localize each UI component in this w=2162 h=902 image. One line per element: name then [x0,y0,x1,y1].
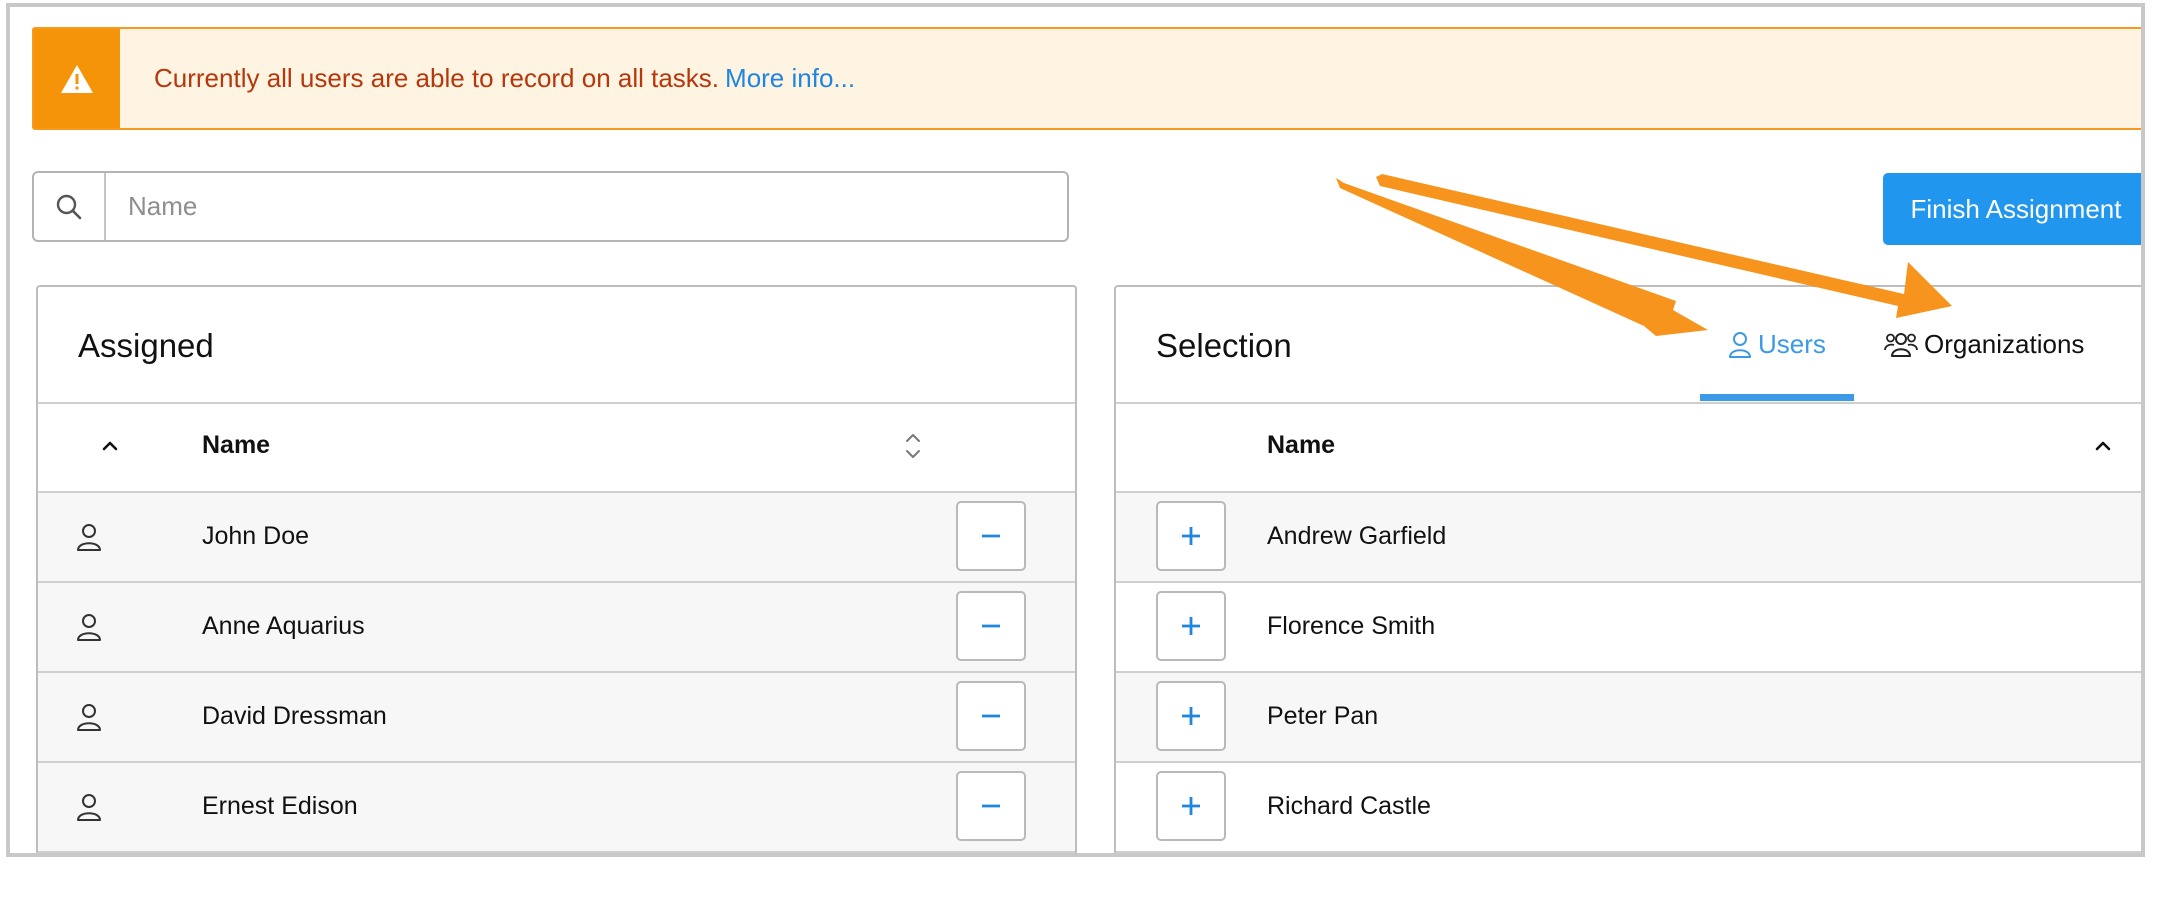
arrow-to-users-tab [1336,178,1708,336]
annotation-arrows [1336,174,1952,336]
arrow-to-organizations-tab [1376,174,1952,318]
